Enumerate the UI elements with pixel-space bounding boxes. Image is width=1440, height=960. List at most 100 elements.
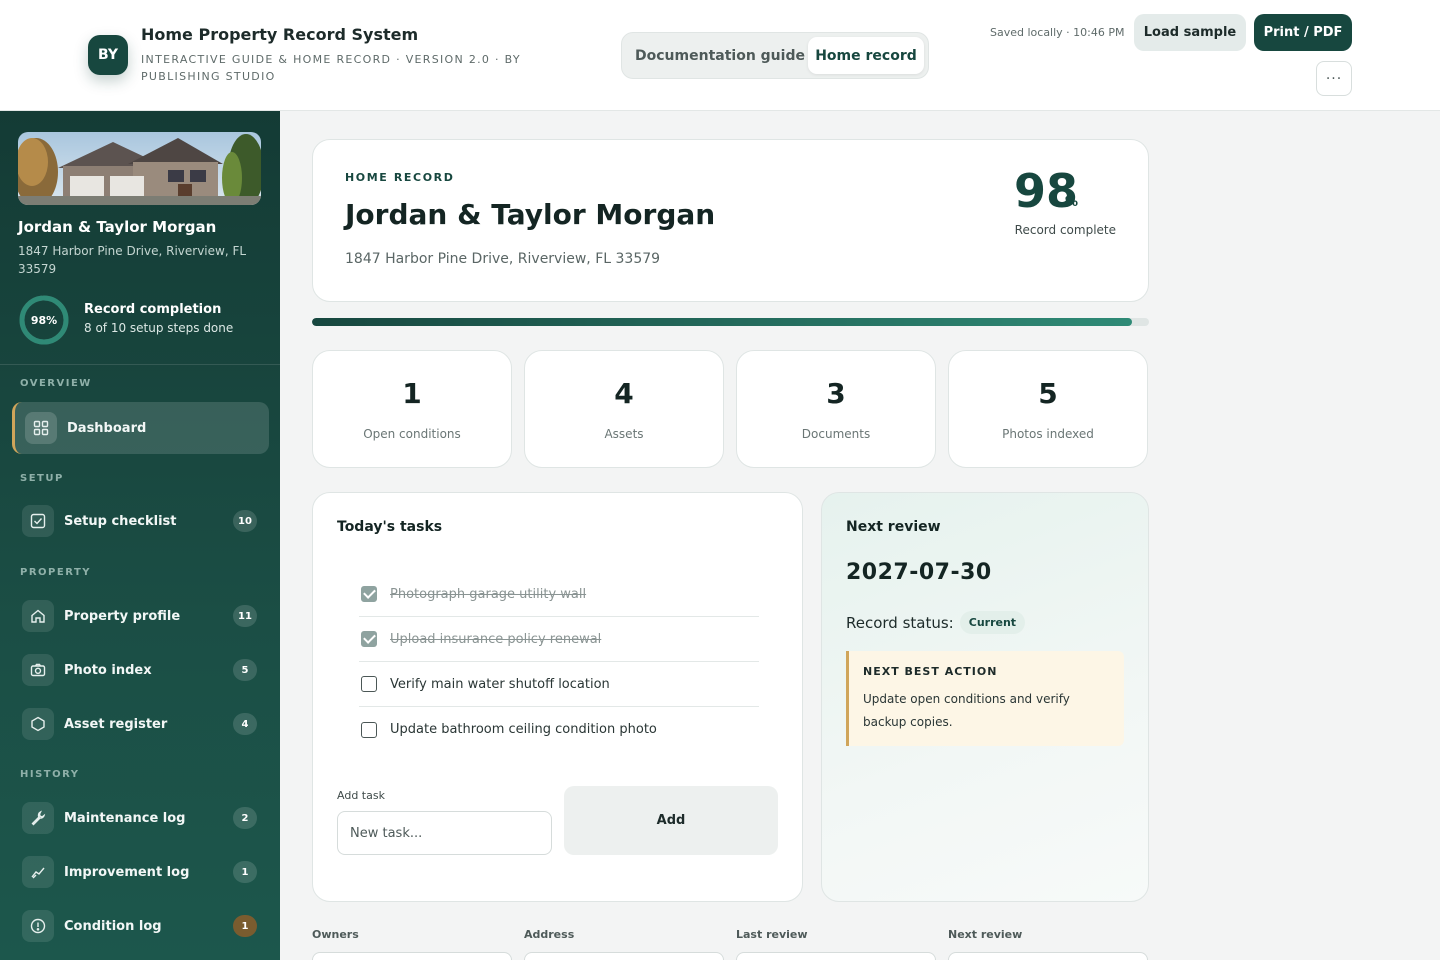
count-badge: 1	[233, 915, 257, 937]
section-property: PROPERTY	[20, 567, 92, 578]
task-item[interactable]: Update bathroom ceiling condition photo	[359, 707, 759, 752]
completion-percent: 98%	[30, 313, 58, 327]
stat-open-conditions[interactable]: 1 Open conditions	[312, 350, 512, 468]
count-badge: 2	[233, 807, 257, 829]
next-best-action: NEXT BEST ACTION Update open conditions …	[846, 651, 1124, 746]
hexagon-icon	[22, 708, 54, 740]
add-task-label: Add task	[337, 789, 385, 802]
field-label-owners: Owners	[312, 928, 359, 941]
sidebar-item-label: Photo index	[64, 662, 152, 678]
next-review-field[interactable]	[948, 952, 1148, 960]
record-status-label: Record status:	[846, 613, 954, 632]
next-action-body: Update open conditions and verify backup…	[863, 692, 1070, 729]
section-eyebrow: HOME RECORD	[345, 171, 455, 184]
sidebar-item-photo-index[interactable]: Photo index 5	[12, 644, 269, 696]
alert-icon	[22, 910, 54, 942]
property-address: 1847 Harbor Pine Drive, Riverview, FL 33…	[345, 251, 661, 267]
count-badge: 10	[233, 510, 257, 532]
sidebar-item-improvement-log[interactable]: Improvement log 1	[12, 846, 269, 898]
sidebar-item-label: Property profile	[64, 608, 181, 624]
tab-documentation-guide[interactable]: Documentation guide	[628, 37, 812, 74]
stat-label: Documents	[801, 427, 871, 441]
sidebar-item-setup-checklist[interactable]: Setup checklist 10	[12, 495, 269, 547]
task-text: Update bathroom ceiling condition photo	[390, 722, 657, 737]
sidebar-item-label: Condition log	[64, 918, 162, 934]
stat-value: 4	[614, 377, 634, 410]
stat-value: 3	[826, 377, 846, 410]
completion-subtitle: 8 of 10 setup steps done	[84, 321, 234, 335]
task-checkbox[interactable]	[361, 631, 377, 647]
sidebar-item-label: Dashboard	[67, 420, 147, 436]
sidebar-item-property-profile[interactable]: Property profile 11	[12, 590, 269, 642]
review-date: 2027-07-30	[846, 560, 992, 585]
stat-value: 5	[1038, 377, 1058, 410]
sidebar-item-label: Setup checklist	[64, 513, 177, 529]
completion-title: Record completion	[84, 302, 222, 317]
stat-documents[interactable]: 3 Documents	[736, 350, 936, 468]
stat-photos-indexed[interactable]: 5 Photos indexed	[948, 350, 1148, 468]
load-sample-button[interactable]: Load sample	[1134, 14, 1246, 51]
next-action-title: NEXT BEST ACTION	[863, 665, 998, 678]
app-title: Home Property Record System	[141, 25, 419, 44]
section-history: HISTORY	[20, 769, 80, 780]
task-item[interactable]: Photograph garage utility wall	[359, 572, 759, 617]
section-setup: SETUP	[20, 473, 64, 484]
sidebar-item-asset-register[interactable]: Asset register 4	[12, 698, 269, 750]
todays-tasks-card: Today's tasks Photograph garage utility …	[312, 492, 803, 902]
sidebar-divider	[0, 364, 280, 365]
task-text: Upload insurance policy renewal	[390, 631, 602, 647]
count-badge: 4	[233, 713, 257, 735]
home-record-card: HOME RECORD Jordan & Taylor Morgan 1847 …	[312, 139, 1149, 302]
count-badge: 5	[233, 659, 257, 681]
camera-icon	[22, 654, 54, 686]
sidebar-item-condition-log[interactable]: Condition log 1	[12, 900, 269, 952]
page-title: Jordan & Taylor Morgan	[345, 198, 716, 231]
add-task-button[interactable]: Add	[564, 786, 778, 855]
field-label-next-review: Next review	[948, 928, 1023, 941]
next-review-card: Next review 2027-07-30 Record status: Cu…	[821, 492, 1149, 902]
progress-fill	[312, 318, 1133, 326]
checklist-icon	[22, 505, 54, 537]
sidebar-item-dashboard[interactable]: Dashboard	[12, 402, 269, 454]
sidebar-item-label: Improvement log	[64, 864, 190, 880]
sidebar-item-label: Maintenance log	[64, 810, 186, 826]
task-checkbox[interactable]	[361, 586, 377, 602]
review-title: Next review	[846, 519, 941, 535]
stat-label: Photos indexed	[1002, 427, 1094, 441]
brand-logo: BY	[88, 35, 128, 75]
status-badge: Current	[959, 611, 1026, 634]
print-pdf-button[interactable]: Print / PDF	[1254, 14, 1352, 51]
task-item[interactable]: Upload insurance policy renewal	[359, 617, 759, 662]
count-badge: 11	[233, 605, 257, 627]
sidebar-item-maintenance-log[interactable]: Maintenance log 2	[12, 792, 269, 844]
trend-icon	[22, 856, 54, 888]
task-item[interactable]: Verify main water shutoff location	[359, 662, 759, 707]
last-review-field[interactable]	[736, 952, 936, 960]
stat-value: 1	[402, 377, 422, 410]
sidebar-item-label: Asset register	[64, 716, 168, 732]
field-label-last-review: Last review	[736, 928, 808, 941]
stat-assets[interactable]: 4 Assets	[524, 350, 724, 468]
percent-symbol: %	[1064, 195, 1078, 210]
property-photo	[18, 132, 261, 205]
home-icon	[22, 600, 54, 632]
grid-icon	[25, 412, 57, 444]
app-subtitle: INTERACTIVE GUIDE & HOME RECORD · VERSIO…	[141, 53, 521, 83]
task-checkbox[interactable]	[361, 721, 377, 738]
top-bar: BY Home Property Record System INTERACTI…	[0, 0, 1440, 111]
new-task-input[interactable]	[337, 811, 552, 855]
owner-address: 1847 Harbor Pine Drive, Riverview, FL 33…	[18, 244, 247, 276]
tab-home-record[interactable]: Home record	[808, 37, 924, 74]
more-options-button[interactable]: ···	[1316, 61, 1352, 96]
owner-name: Jordan & Taylor Morgan	[18, 218, 217, 236]
owners-field[interactable]	[312, 952, 512, 960]
stat-label: Open conditions	[363, 427, 461, 441]
field-label-address: Address	[524, 928, 575, 941]
section-overview: OVERVIEW	[20, 378, 92, 389]
record-status: Record status: Current	[846, 611, 1026, 634]
task-checkbox[interactable]	[361, 676, 377, 692]
address-field[interactable]	[524, 952, 724, 960]
count-badge: 1	[233, 861, 257, 883]
wrench-icon	[22, 802, 54, 834]
view-switcher: Documentation guide Home record	[621, 32, 929, 79]
